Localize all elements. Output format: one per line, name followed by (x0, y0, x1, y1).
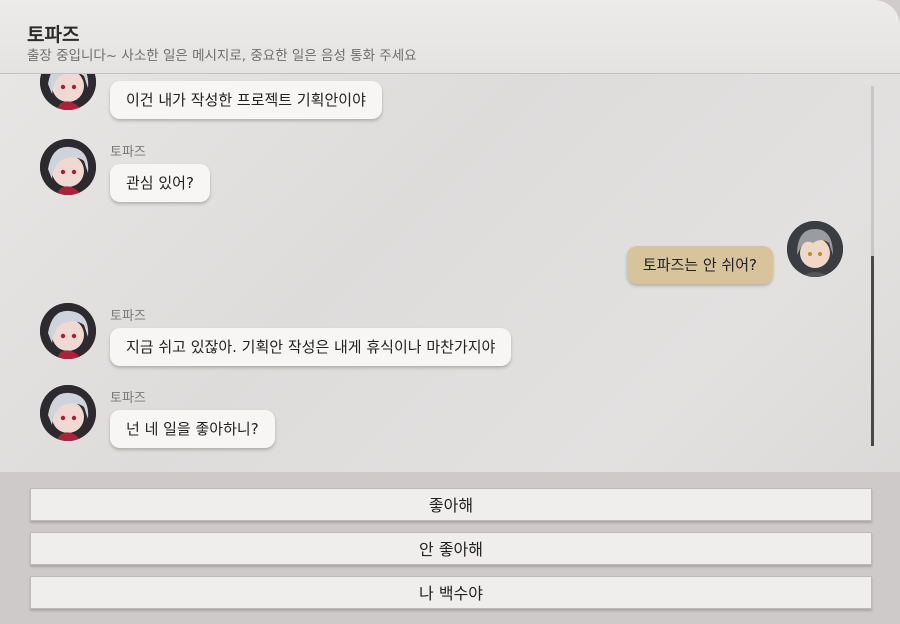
reply-option-button[interactable]: 나 백수야 (30, 576, 872, 609)
chat-window: 토파즈 출장 중입니다~ 사소한 일은 메시지로, 중요한 일은 음성 통화 주… (0, 0, 900, 624)
scrollbar-track[interactable] (871, 86, 874, 446)
sender-name: 토파즈 (110, 309, 146, 324)
contact-name: 토파즈 (27, 24, 80, 46)
contact-status: 출장 중입니다~ 사소한 일은 메시지로, 중요한 일은 음성 통화 주세요 (27, 48, 417, 64)
reply-option-button[interactable]: 좋아해 (30, 488, 872, 521)
scrollbar-thumb[interactable] (871, 256, 874, 446)
topaz-avatar-icon[interactable] (40, 385, 96, 441)
topaz-avatar-icon[interactable] (40, 303, 96, 359)
reply-option-button[interactable]: 안 좋아해 (30, 532, 872, 565)
message-bubble: 관심 있어? (110, 164, 210, 202)
message-bubble: 지금 쉬고 있잖아. 기획안 작성은 내게 휴식이나 마찬가지야 (110, 328, 512, 366)
message-bubble-outgoing: 토파즈는 안 쉬어? (626, 246, 773, 284)
message-bubble: 이건 내가 작성한 프로젝트 기획안이야 (110, 81, 382, 119)
topaz-avatar-icon (40, 74, 96, 110)
reply-options: 좋아해 안 좋아해 나 백수야 (0, 472, 900, 624)
message-list[interactable]: 이건 내가 작성한 프로젝트 기획안이야 토파즈 관심 있어? 토파즈는 안 쉬… (0, 74, 900, 470)
sender-name: 토파즈 (110, 145, 146, 160)
chat-header: 토파즈 출장 중입니다~ 사소한 일은 메시지로, 중요한 일은 음성 통화 주… (0, 0, 900, 74)
sender-name: 토파즈 (110, 391, 146, 406)
topaz-avatar-icon[interactable] (40, 139, 96, 195)
player-avatar-icon[interactable] (787, 221, 843, 277)
message-bubble: 넌 네 일을 좋아하니? (110, 410, 275, 448)
